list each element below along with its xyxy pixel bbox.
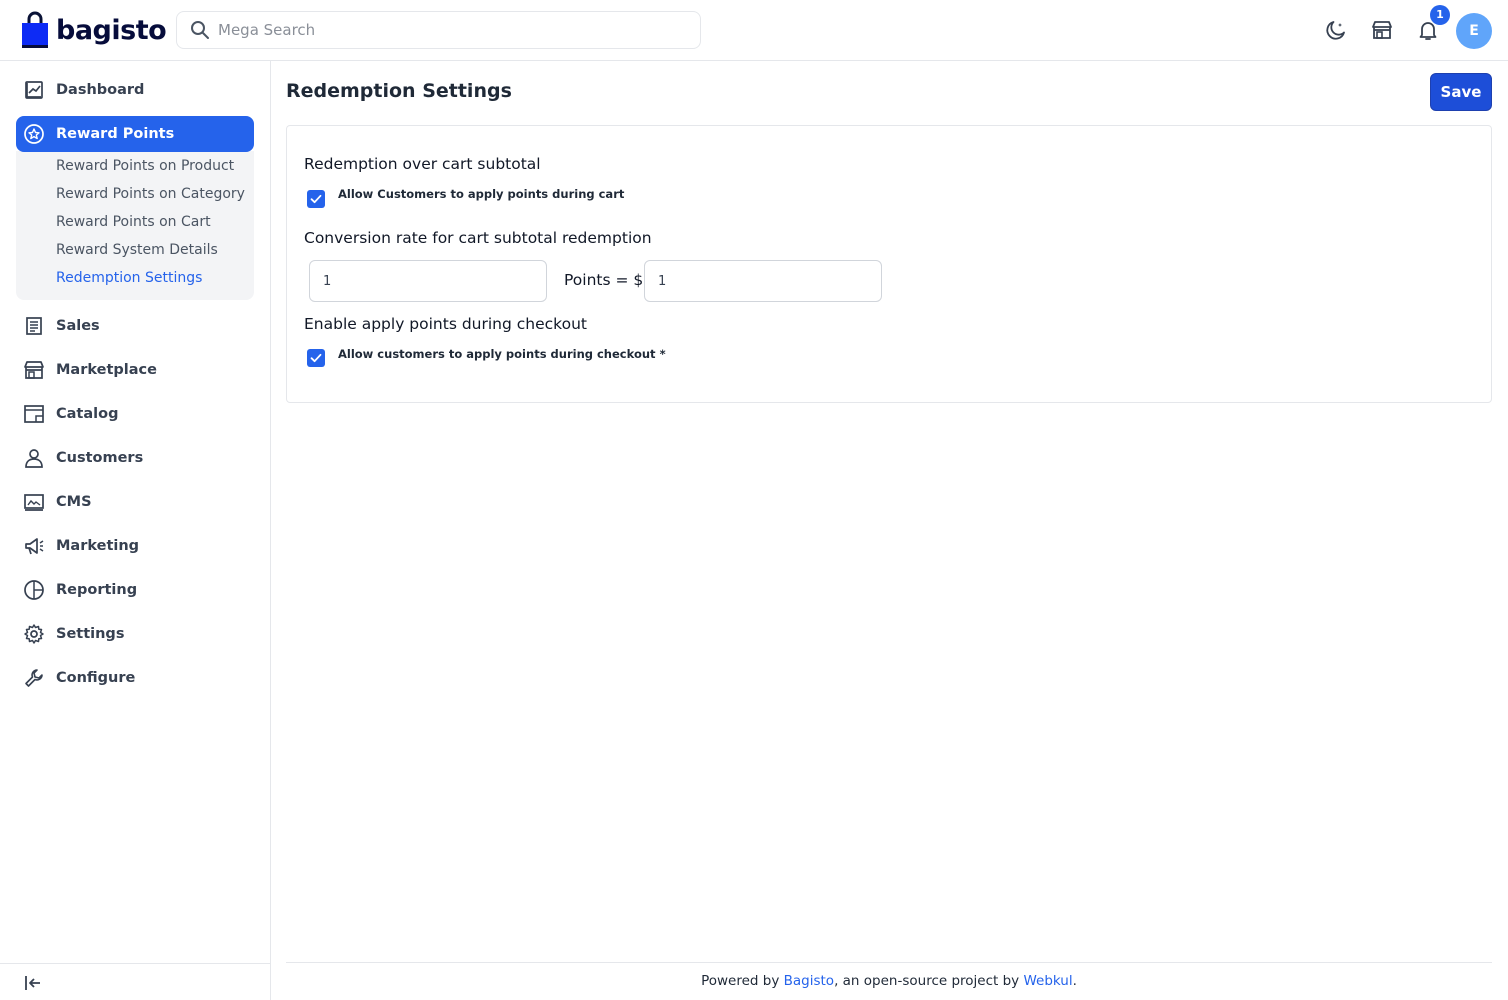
section-title-checkout: Enable apply points during checkout	[304, 315, 587, 333]
webkul-link[interactable]: Webkul	[1023, 973, 1072, 989]
checkmark-icon	[310, 353, 322, 363]
sidebar: Dashboard Reward Points Reward Points on…	[0, 61, 271, 1000]
person-icon	[25, 449, 43, 468]
user-avatar[interactable]: E	[1456, 13, 1492, 49]
mega-search[interactable]	[176, 11, 701, 49]
gear-icon	[24, 624, 44, 644]
search-input[interactable]	[218, 13, 688, 47]
footer-prefix: Powered by	[701, 973, 784, 989]
submenu-item-reward-points-category[interactable]: Reward Points on Category	[56, 186, 245, 202]
section-title-conversion-rate: Conversion rate for cart subtotal redemp…	[304, 229, 652, 247]
cms-icon	[24, 494, 44, 511]
sidebar-item-label: Settings	[56, 626, 125, 642]
submenu-item-redemption-settings[interactable]: Redemption Settings	[56, 270, 202, 286]
dollar-input[interactable]	[644, 260, 882, 302]
sidebar-item-label: Reward Points	[56, 126, 175, 142]
submenu-item-reward-system-details[interactable]: Reward System Details	[56, 242, 218, 258]
megaphone-icon	[25, 538, 44, 555]
store-icon[interactable]	[1370, 18, 1394, 42]
sidebar-item-label: Dashboard	[56, 82, 145, 98]
sidebar-item-sales[interactable]: Sales	[16, 308, 254, 344]
receipt-icon	[26, 317, 42, 335]
sidebar-item-label: Configure	[56, 670, 136, 686]
sidebar-item-marketplace[interactable]: Marketplace	[16, 352, 254, 388]
bagisto-logo[interactable]: bagisto	[20, 10, 167, 50]
search-icon	[191, 21, 209, 39]
sidebar-item-label: Marketing	[56, 538, 140, 554]
sidebar-item-settings[interactable]: Settings	[16, 616, 254, 652]
wrench-icon	[25, 669, 43, 687]
sidebar-collapse-bar	[0, 963, 270, 1000]
checkbox-label-text: Allow customers to apply points during c…	[338, 347, 656, 361]
star-icon	[24, 124, 44, 144]
points-equals-label: Points = $	[564, 271, 644, 289]
settings-card: Redemption over cart subtotal Allow Cust…	[286, 125, 1492, 403]
shopping-bag-icon	[22, 11, 48, 48]
section-title-redemption-cart: Redemption over cart subtotal	[304, 155, 541, 173]
save-button[interactable]: Save	[1430, 73, 1492, 111]
checkmark-icon	[310, 194, 322, 204]
sidebar-item-marketing[interactable]: Marketing	[16, 528, 254, 564]
collapse-sidebar-icon[interactable]	[23, 973, 43, 993]
sidebar-item-label: Marketplace	[56, 362, 157, 378]
sidebar-item-label: Customers	[56, 450, 144, 466]
brand-name: bagisto	[56, 14, 167, 46]
top-header: bagisto 1 E	[0, 0, 1508, 61]
sidebar-item-label: Reporting	[56, 582, 138, 598]
sidebar-item-label: CMS	[56, 494, 92, 510]
sidebar-item-label: Catalog	[56, 406, 119, 422]
footer: Powered by Bagisto, an open-source proje…	[286, 962, 1492, 1000]
sidebar-item-label: Sales	[56, 318, 100, 334]
catalog-icon	[24, 405, 44, 423]
submenu-item-reward-points-product[interactable]: Reward Points on Product	[56, 158, 234, 174]
sidebar-item-catalog[interactable]: Catalog	[16, 396, 254, 432]
store-icon	[24, 361, 44, 379]
pie-icon	[24, 580, 44, 600]
submenu-item-reward-points-cart[interactable]: Reward Points on Cart	[56, 214, 211, 230]
sidebar-item-cms[interactable]: CMS	[16, 484, 254, 520]
sidebar-item-reporting[interactable]: Reporting	[16, 572, 254, 608]
bagisto-link[interactable]: Bagisto	[784, 973, 834, 989]
chart-icon	[25, 81, 43, 99]
sidebar-item-dashboard[interactable]: Dashboard	[16, 72, 254, 108]
moon-icon[interactable]	[1324, 18, 1348, 42]
required-mark: *	[659, 347, 666, 361]
cart-redemption-checkbox-label: Allow Customers to apply points during c…	[338, 187, 625, 201]
checkout-points-checkbox-label: Allow customers to apply points during c…	[338, 347, 666, 361]
cart-redemption-checkbox[interactable]	[307, 190, 325, 208]
sidebar-item-configure[interactable]: Configure	[16, 660, 254, 696]
page-title: Redemption Settings	[286, 80, 512, 102]
sidebar-item-reward-points[interactable]: Reward Points	[16, 116, 254, 152]
points-input[interactable]	[309, 260, 547, 302]
footer-suffix: .	[1072, 973, 1077, 989]
notification-badge: 1	[1430, 5, 1450, 25]
checkout-points-checkbox[interactable]	[307, 349, 325, 367]
sidebar-item-customers[interactable]: Customers	[16, 440, 254, 476]
footer-middle: , an open-source project by	[834, 973, 1024, 989]
